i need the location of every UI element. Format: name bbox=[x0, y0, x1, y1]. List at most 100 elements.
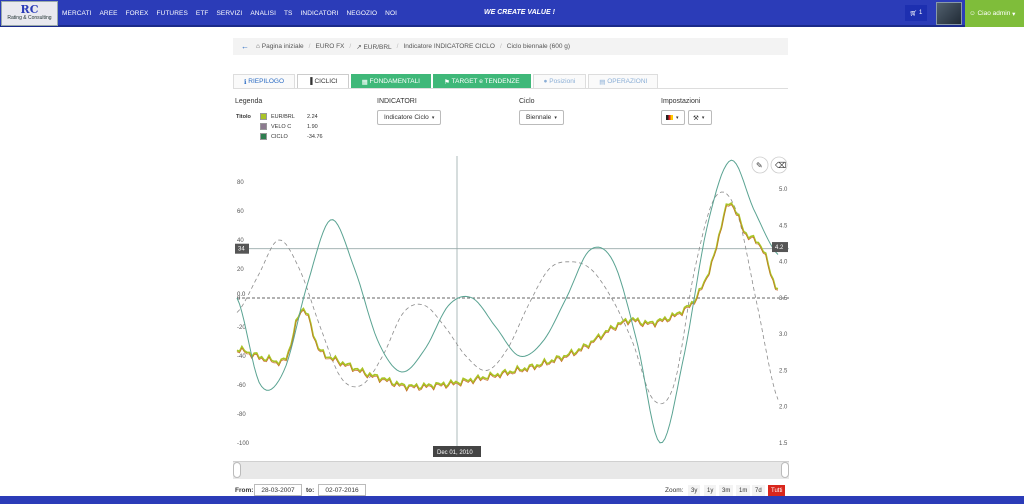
eraser-icon: ⌫ bbox=[775, 161, 786, 170]
caret-down-icon: ▾ bbox=[554, 114, 557, 121]
left-axis-tick: -80 bbox=[237, 412, 246, 418]
series-ciclo-line bbox=[236, 159, 779, 444]
nav-forex[interactable]: FOREX bbox=[126, 10, 149, 17]
left-axis-tick: 20 bbox=[237, 267, 244, 273]
home-icon: ⌂ bbox=[256, 43, 260, 50]
caret-down-icon: ▾ bbox=[431, 114, 435, 121]
zoom-label: Zoom: bbox=[665, 487, 684, 494]
breadcrumb-current: Ciclo biennale (600 g) bbox=[506, 43, 571, 50]
flag-icon bbox=[666, 115, 673, 120]
zoom-all-button[interactable]: Tutti bbox=[768, 485, 786, 496]
nav-ts[interactable]: TS bbox=[284, 10, 293, 17]
navigator-handle-right[interactable] bbox=[781, 462, 789, 478]
legend-swatch bbox=[260, 133, 267, 140]
tab-divider bbox=[233, 88, 788, 89]
left-axis-tick: -60 bbox=[237, 383, 246, 389]
svg-text:4.2: 4.2 bbox=[775, 245, 784, 251]
zoom-1m-button[interactable]: 1m bbox=[736, 485, 751, 496]
tab-operazioni[interactable]: ▤ OPERAZIONI bbox=[588, 74, 659, 88]
logo-text: Rating & Consulting bbox=[7, 15, 52, 21]
svg-text:34: 34 bbox=[238, 247, 245, 253]
flag-dropdown[interactable]: ▾ bbox=[661, 110, 685, 125]
nav-aree[interactable]: AREE bbox=[99, 10, 117, 17]
main-nav: MERCATI AREE FOREX FUTURES ETF SERVIZI A… bbox=[62, 0, 405, 27]
right-axis-tick: 3.5 bbox=[779, 296, 788, 302]
user-label: Ciao admin bbox=[977, 10, 1011, 17]
chevron-down-icon: ▾ bbox=[1012, 10, 1016, 18]
nav-futures[interactable]: FUTURES bbox=[156, 10, 187, 17]
legend-swatch bbox=[260, 123, 267, 130]
to-date-input[interactable]: 02-07-2016 bbox=[318, 484, 366, 496]
legend-item-eurbrl[interactable]: EUR/BRL 2.24 bbox=[260, 113, 318, 120]
navigator-handle-left[interactable] bbox=[233, 462, 241, 478]
top-navbar: RC Rating & Consulting MERCATI AREE FORE… bbox=[0, 0, 1024, 27]
legend-item-velo[interactable]: VELO C 1.90 bbox=[260, 123, 318, 130]
from-label: From: bbox=[235, 487, 254, 494]
table-icon: ▦ bbox=[361, 78, 370, 86]
zoom-3m-button[interactable]: 3m bbox=[719, 485, 734, 496]
zoom-3y-button[interactable]: 3y bbox=[688, 485, 701, 496]
series-eurbrl-line bbox=[236, 201, 779, 392]
ciclo-label: Ciclo bbox=[519, 98, 535, 105]
cart-button[interactable]: 🛒︎ 1 bbox=[905, 5, 927, 21]
logo-mark: RC bbox=[20, 3, 39, 16]
pencil-icon: ✎ bbox=[756, 161, 763, 170]
nav-noi[interactable]: NOI bbox=[385, 10, 397, 17]
user-menu-button[interactable]: ☺ Ciao admin ▾ bbox=[965, 0, 1024, 27]
right-axis-tick: 4.0 bbox=[779, 260, 788, 266]
back-arrow-icon[interactable]: ← bbox=[241, 42, 249, 51]
nav-indicatori[interactable]: INDICATORI bbox=[301, 10, 339, 17]
pencil-button[interactable]: ✎ bbox=[751, 156, 769, 174]
chart-navigator[interactable] bbox=[233, 461, 789, 479]
crosshair-left-value: 34 bbox=[235, 243, 249, 254]
nav-etf[interactable]: ETF bbox=[196, 10, 209, 17]
from-date-input[interactable]: 28-03-2007 bbox=[254, 484, 302, 496]
cart-count: 1 bbox=[918, 10, 923, 16]
zoom-7d-button[interactable]: 7d bbox=[752, 485, 765, 496]
tools-dropdown[interactable]: ⚒ ▾ bbox=[688, 110, 712, 125]
logo[interactable]: RC Rating & Consulting bbox=[1, 1, 58, 26]
right-axis-tick: 2.0 bbox=[779, 405, 788, 411]
pin-icon: ⚑ bbox=[444, 78, 452, 86]
tab-ciclici[interactable]: ▐ CICLICI bbox=[297, 74, 349, 88]
slogan: WE CREATE VALUE ! bbox=[484, 9, 555, 16]
left-axis-tick: 80 bbox=[237, 180, 244, 186]
nav-analisi[interactable]: ANALISI bbox=[250, 10, 276, 17]
ciclo-dropdown[interactable]: Biennale ▾ bbox=[519, 110, 564, 125]
indicatori-dropdown[interactable]: Indicatore Ciclo ▾ bbox=[377, 110, 442, 125]
avatar[interactable] bbox=[936, 2, 962, 25]
user-icon: ☺ bbox=[969, 10, 976, 17]
tab-bar: ℹ RIEPILOGO ▐ CICLICI ▦ FONDAMENTALI ⚑ T… bbox=[233, 74, 660, 88]
legend-item-ciclo[interactable]: CICLO -34.76 bbox=[260, 133, 323, 140]
breadcrumb: ← ⌂ Pagina iniziale / EURO FX / ↗ EUR/BR… bbox=[233, 38, 788, 55]
calculator-icon: ▤ bbox=[599, 78, 608, 86]
breadcrumb-home[interactable]: ⌂ Pagina iniziale bbox=[256, 43, 304, 50]
cycle-chart[interactable]: 806040200-20-40-60-80-100 5.04.54.03.53.… bbox=[233, 150, 791, 460]
nav-mercati[interactable]: MERCATI bbox=[62, 10, 91, 17]
breadcrumb-pair[interactable]: ↗ EUR/BRL bbox=[356, 43, 391, 51]
tab-posizioni[interactable]: ● Posizioni bbox=[532, 74, 587, 88]
breadcrumb-euro-fx[interactable]: EURO FX bbox=[315, 43, 344, 50]
breadcrumb-indicator[interactable]: Indicatore INDICATORE CICLO bbox=[403, 43, 495, 50]
crosshair-right-value: 4.2 bbox=[772, 242, 788, 253]
nav-servizi[interactable]: SERVIZI bbox=[216, 10, 242, 17]
caret-down-icon: ▾ bbox=[676, 114, 679, 121]
nav-negozio[interactable]: NEGOZIO bbox=[346, 10, 377, 17]
tab-fondamentali[interactable]: ▦ FONDAMENTALI bbox=[350, 74, 431, 88]
right-axis-tick: 1.5 bbox=[779, 441, 788, 447]
tab-target-tendenze[interactable]: ⚑ TARGET e TENDENZE bbox=[433, 74, 531, 88]
cart-icon: 🛒︎ bbox=[909, 10, 918, 17]
right-axis-tick: 4.5 bbox=[779, 223, 788, 229]
zoom-1y-button[interactable]: 1y bbox=[704, 485, 717, 496]
tab-riepilogo[interactable]: ℹ RIEPILOGO bbox=[233, 74, 296, 88]
crosshair-date-label: Dec 01, 2010 bbox=[433, 446, 481, 457]
bottom-bar bbox=[0, 496, 1024, 504]
svg-text:Dec 01, 2010: Dec 01, 2010 bbox=[437, 450, 473, 456]
wrench-icon: ⚒ bbox=[693, 114, 699, 122]
legend-label: Legenda bbox=[235, 98, 263, 105]
left-axis-tick: 60 bbox=[237, 209, 244, 215]
to-label: to: bbox=[306, 487, 315, 494]
indicatori-label: INDICATORI bbox=[377, 98, 417, 105]
left-axis-tick: -40 bbox=[237, 354, 246, 360]
eraser-button[interactable]: ⌫ bbox=[770, 156, 788, 174]
